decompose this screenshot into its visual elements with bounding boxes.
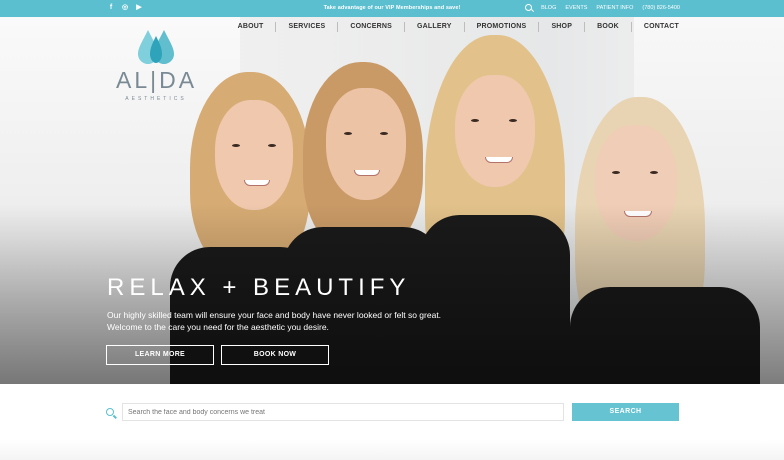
hero-tagline: Our highly skilled team will ensure your…: [107, 310, 442, 332]
learn-more-button[interactable]: LEARN MORE: [106, 345, 214, 365]
utility-links: BLOG EVENTS PATIENT INFO (780) 826-5400: [525, 4, 680, 11]
blog-link[interactable]: BLOG: [541, 5, 556, 11]
nav-contact[interactable]: CONTACT: [630, 22, 679, 32]
nav-promotions[interactable]: PROMOTIONS: [463, 22, 539, 32]
phone-link[interactable]: (780) 826-5400: [642, 5, 680, 11]
top-bar: f ◎ ▶ Take advantage of our VIP Membersh…: [0, 0, 784, 17]
search-button[interactable]: SEARCH: [572, 403, 679, 421]
nav-book[interactable]: BOOK: [584, 22, 631, 32]
nav-gallery[interactable]: GALLERY: [404, 22, 464, 32]
events-link[interactable]: EVENTS: [565, 5, 587, 11]
search-icon[interactable]: [525, 4, 533, 11]
logo-subtitle: AESTHETICS: [125, 96, 187, 102]
main-nav: ABOUT SERVICES CONCERNS GALLERY PROMOTIO…: [226, 22, 679, 32]
concern-search-input[interactable]: [122, 403, 564, 421]
nav-about[interactable]: ABOUT: [226, 22, 276, 32]
search-icon: [106, 408, 114, 416]
water-drop-icon: [136, 28, 176, 66]
bottom-strip: [0, 440, 784, 460]
alida-logo[interactable]: AL|DA AESTHETICS: [116, 28, 196, 102]
nav-services[interactable]: SERVICES: [275, 22, 337, 32]
nav-shop[interactable]: SHOP: [538, 22, 584, 32]
nav-concerns[interactable]: CONCERNS: [337, 22, 404, 32]
hero-headline: RELAX + BEAUTIFY: [107, 274, 411, 301]
logo-wordmark: AL|DA: [116, 67, 198, 93]
patient-info-link[interactable]: PATIENT INFO: [596, 5, 633, 11]
book-now-button[interactable]: BOOK NOW: [221, 345, 329, 365]
